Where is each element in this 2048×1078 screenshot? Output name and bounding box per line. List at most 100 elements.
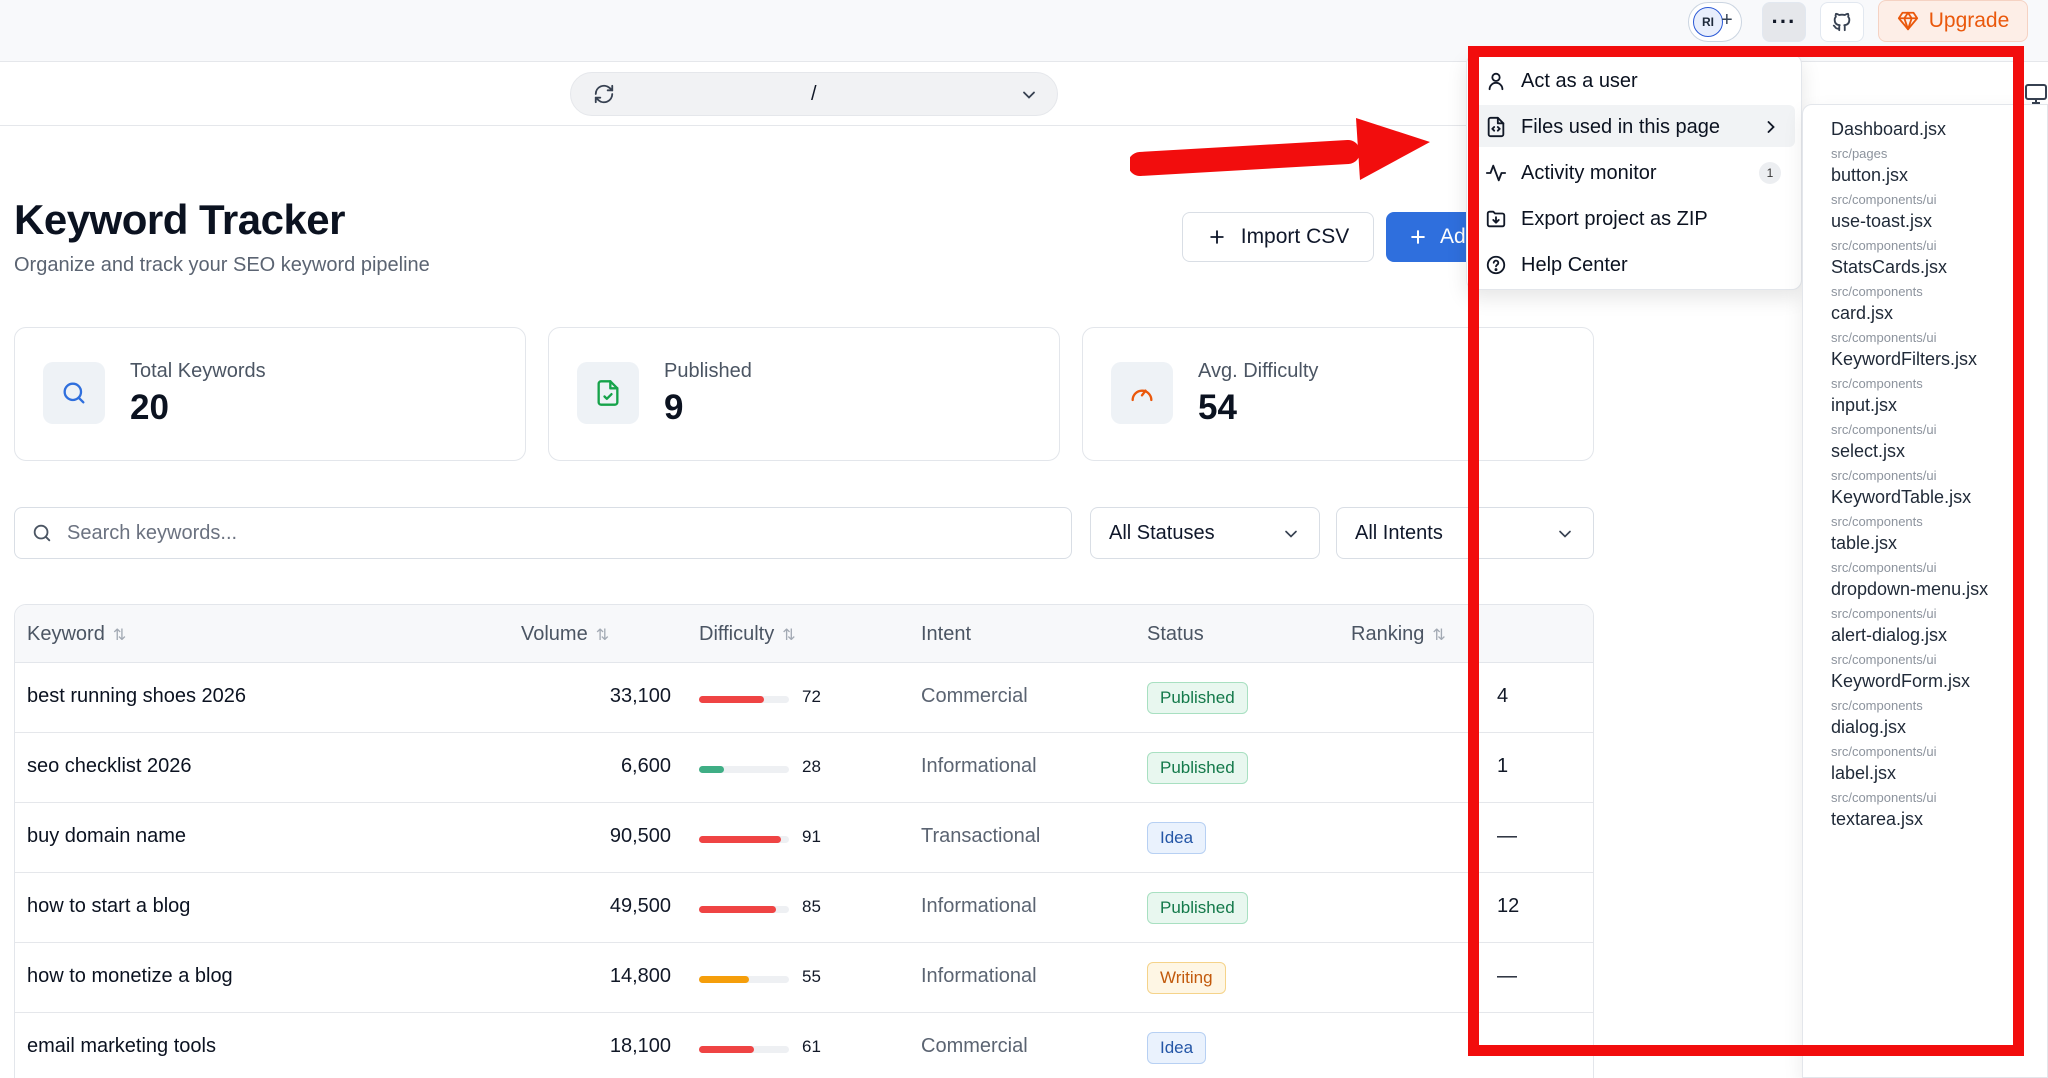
gauge-icon [1131, 389, 1153, 402]
keyword-cell: best running shoes 2026 [27, 685, 247, 707]
page-subtitle: Organize and track your SEO keyword pipe… [14, 254, 430, 276]
search-icon [63, 382, 85, 404]
status-badge: Published [1147, 682, 1248, 714]
table-row[interactable]: how to start a blog 49,500 85 Informational… [15, 873, 1593, 943]
column-header-volume[interactable]: Volume ⇅ [521, 623, 609, 646]
column-header-status: Status [1147, 623, 1204, 646]
difficulty-bar [699, 836, 789, 843]
stat-label: Avg. Difficulty [1198, 360, 1319, 382]
collaborators-group[interactable]: RI + [1688, 2, 1742, 42]
status-filter-select[interactable]: All Statuses [1090, 507, 1320, 559]
difficulty-bar-fill [699, 766, 725, 773]
file-check-icon [597, 380, 619, 406]
stat-icon-box [43, 362, 105, 424]
add-keyword-label: Ad [1440, 225, 1466, 248]
stat-value: 20 [130, 388, 169, 427]
difficulty-bar [699, 696, 789, 703]
chevron-down-icon[interactable] [1019, 85, 1039, 105]
url-path[interactable]: / [811, 83, 817, 106]
column-label: Status [1147, 623, 1204, 645]
arrow-annotation-icon [1130, 118, 1430, 180]
import-csv-button[interactable]: Import CSV [1182, 212, 1374, 262]
difficulty-value: 91 [802, 827, 821, 846]
stat-icon-box [1111, 362, 1173, 424]
plus-icon [1411, 230, 1425, 244]
table-header: Keyword ⇅ Volume ⇅ Difficulty ⇅ Intent Stat… [15, 605, 1593, 663]
volume-cell: 6,600 [620, 755, 671, 777]
monitor-icon[interactable] [2024, 82, 2048, 106]
difficulty-bar [699, 976, 789, 983]
stat-icon-box [577, 362, 639, 424]
stat-label: Published [664, 360, 752, 382]
column-label: Difficulty [699, 623, 775, 645]
difficulty-value: 72 [802, 687, 821, 706]
refresh-icon[interactable] [593, 83, 615, 105]
volume-cell: 90,500 [609, 825, 671, 847]
ellipsis-icon: ··· [1771, 9, 1797, 34]
difficulty-value: 55 [802, 967, 821, 986]
stat-value: 9 [664, 388, 684, 427]
add-collaborator-icon[interactable]: + [1721, 9, 1733, 32]
column-header-intent: Intent [921, 623, 971, 646]
intent-cell: Informational [921, 965, 1037, 987]
difficulty-bar [699, 906, 789, 913]
page-title: Keyword Tracker [14, 196, 346, 243]
sort-icon: ⇅ [782, 626, 796, 644]
column-header-keyword[interactable]: Keyword ⇅ [27, 623, 126, 646]
status-badge: Published [1147, 752, 1248, 784]
stat-card-published: Published 9 [548, 327, 1060, 461]
intent-filter-value: All Intents [1355, 522, 1443, 544]
volume-cell: 49,500 [609, 895, 671, 917]
column-label: Intent [921, 623, 972, 645]
keyword-cell: email marketing tools [27, 1035, 216, 1057]
user-avatar[interactable]: RI [1693, 7, 1723, 37]
difficulty-bar [699, 766, 789, 773]
keyword-cell: how to monetize a blog [27, 965, 233, 987]
intent-cell: Informational [921, 755, 1037, 777]
difficulty-bar-fill [699, 1046, 754, 1053]
difficulty-bar-fill [699, 906, 776, 913]
difficulty-value: 61 [802, 1037, 821, 1056]
stat-card-total-keywords: Total Keywords 20 [14, 327, 526, 461]
volume-cell: 18,100 [609, 1035, 671, 1057]
keyword-table: Keyword ⇅ Volume ⇅ Difficulty ⇅ Intent Stat… [14, 604, 1594, 1078]
column-header-ranking[interactable]: Ranking ⇅ [1351, 623, 1446, 646]
difficulty-value: 85 [802, 897, 821, 916]
intent-cell: Transactional [921, 825, 1041, 847]
column-label: Volume [521, 623, 588, 645]
upgrade-button[interactable]: Upgrade [1878, 0, 2028, 42]
table-row[interactable]: buy domain name 90,500 91 Transactional Idea… [15, 803, 1593, 873]
status-badge: Idea [1147, 822, 1207, 854]
column-header-difficulty[interactable]: Difficulty ⇅ [699, 623, 796, 646]
keyword-cell: seo checklist 2026 [27, 755, 192, 777]
url-bar[interactable]: / [570, 72, 1058, 116]
search-input[interactable] [67, 516, 1047, 550]
gem-icon [1897, 11, 1918, 31]
sort-icon: ⇅ [112, 626, 127, 644]
table-row[interactable]: how to monetize a blog 14,800 55 Informatio… [15, 943, 1593, 1013]
github-icon [1832, 12, 1851, 32]
table-row[interactable]: seo checklist 2026 6,600 28 Informational Pu… [15, 733, 1593, 803]
chevron-down-icon [1285, 530, 1297, 538]
search-box[interactable] [14, 507, 1072, 559]
keyword-cell: how to start a blog [27, 895, 191, 917]
table-row[interactable]: email marketing tools 18,100 61 Commercial I… [15, 1013, 1593, 1078]
intent-cell: Commercial [921, 685, 1028, 707]
stat-label: Total Keywords [130, 360, 266, 382]
status-badge: Published [1147, 892, 1248, 924]
status-filter-value: All Statuses [1109, 522, 1215, 544]
difficulty-bar-fill [699, 696, 764, 703]
volume-cell: 14,800 [609, 965, 671, 987]
upgrade-label: Upgrade [1928, 9, 2010, 32]
plus-icon [1209, 230, 1224, 244]
intent-cell: Commercial [921, 1035, 1028, 1057]
difficulty-bar [699, 1046, 789, 1053]
status-badge: Idea [1147, 1032, 1207, 1064]
github-button[interactable] [1820, 2, 1864, 42]
difficulty-bar-fill [699, 836, 781, 843]
import-csv-label: Import CSV [1240, 225, 1350, 248]
highlight-box [1468, 46, 2024, 1056]
table-row[interactable]: best running shoes 2026 33,100 72 Commercia… [15, 663, 1593, 733]
volume-cell: 33,100 [609, 685, 671, 707]
more-options-button[interactable]: ··· [1762, 2, 1806, 42]
